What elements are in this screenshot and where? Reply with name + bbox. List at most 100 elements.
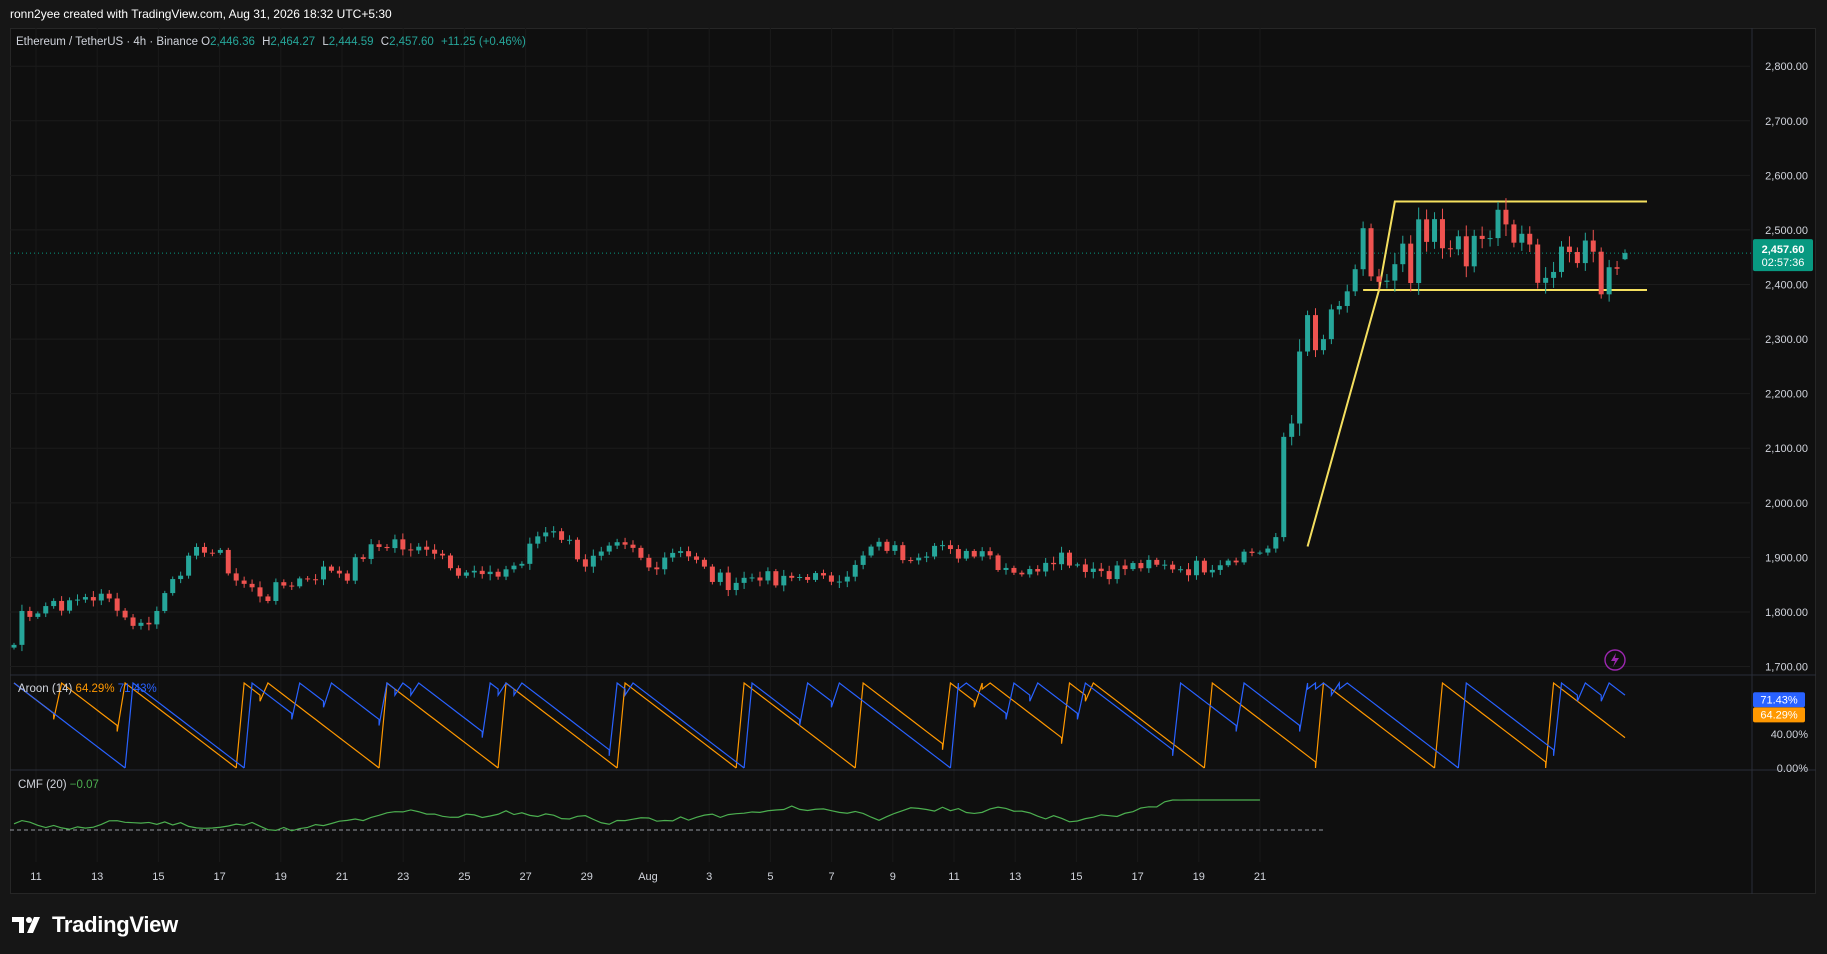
candle-body <box>1273 537 1279 549</box>
candle-body <box>693 556 699 560</box>
candle-body <box>106 593 112 599</box>
time-tick-label: 25 <box>458 871 470 883</box>
candle-body <box>638 547 644 558</box>
cmf-title[interactable]: CMF (20) <box>18 779 67 791</box>
candle-body <box>813 573 819 580</box>
candle-body <box>614 542 620 546</box>
close-value: 2,457.60 <box>389 36 434 48</box>
candle-body <box>281 582 287 586</box>
aroon-title[interactable]: Aroon (14) <box>18 683 72 695</box>
candle-body <box>947 545 953 550</box>
candle-body <box>368 544 374 559</box>
candle-body <box>1559 246 1565 272</box>
open-value: 2,446.36 <box>210 36 255 48</box>
candle-body <box>19 610 25 645</box>
candle-body <box>1241 551 1247 563</box>
time-tick-label: 29 <box>581 871 593 883</box>
candle-body <box>916 557 922 561</box>
candle-body <box>892 545 898 551</box>
candle-body <box>463 572 469 576</box>
candle-body <box>701 559 707 567</box>
candle-body <box>844 576 850 582</box>
aroon-down-badge-text: 71.43% <box>1760 694 1798 706</box>
candle-body <box>995 555 1001 570</box>
candle-body <box>392 539 398 549</box>
candle-body <box>360 557 366 559</box>
candle-body <box>1019 572 1025 575</box>
time-tick-label: 23 <box>397 871 409 883</box>
candle-body <box>249 583 255 588</box>
candle-body <box>924 556 930 558</box>
candle-body <box>1606 267 1612 295</box>
candle-body <box>1471 235 1477 267</box>
price-tick-label: 2,400.00 <box>1765 280 1808 292</box>
candle-body <box>820 573 826 576</box>
candle-body <box>27 610 33 617</box>
candle-body <box>424 546 430 550</box>
candle-body <box>1432 219 1438 242</box>
candle-body <box>257 587 263 597</box>
candle-body <box>265 596 271 601</box>
candle-body <box>328 566 334 571</box>
time-tick-label: 19 <box>1193 871 1205 883</box>
candle-body <box>749 577 755 579</box>
candle-body <box>1154 559 1160 565</box>
candle-body <box>574 539 580 560</box>
time-tick-label: 17 <box>1131 871 1143 883</box>
candle-body <box>1146 559 1152 569</box>
candle-body <box>440 553 446 556</box>
candle-body <box>1051 562 1057 565</box>
candle-body <box>98 593 104 601</box>
high-value: 2,464.27 <box>270 36 316 48</box>
chart-canvas[interactable]: 2,800.00 2,700.00 2,600.00 2,500.00 2,400.00… <box>0 0 1827 954</box>
cmf-line-path <box>13 799 1260 832</box>
candle-body <box>43 606 49 614</box>
candle-body <box>1352 269 1358 292</box>
candle-body <box>416 546 422 551</box>
candle-body <box>535 536 541 544</box>
candle-body <box>1416 219 1422 284</box>
candle-body <box>1098 568 1104 572</box>
candle-body <box>289 585 295 587</box>
candle-body <box>495 571 501 577</box>
candle-body <box>678 551 684 553</box>
low-label: L <box>322 36 329 48</box>
candle-body <box>670 552 676 558</box>
candle-body <box>130 617 136 626</box>
candle-body <box>757 577 763 581</box>
tradingview-branding[interactable]: TradingView <box>12 908 178 942</box>
candle-body <box>1590 240 1596 252</box>
cmf-value: −0.07 <box>69 779 99 791</box>
candle-body <box>1011 567 1017 573</box>
candle-body <box>122 610 128 618</box>
candle-body <box>376 544 382 547</box>
aroon-up-badge-text: 64.29% <box>1760 709 1798 721</box>
candle-body <box>1297 351 1303 424</box>
candle-body <box>567 539 573 541</box>
candle-body <box>186 555 192 576</box>
candle-body <box>1106 571 1112 580</box>
tradingview-wordmark: TradingView <box>52 912 178 937</box>
candle-body <box>194 546 200 556</box>
candle-body <box>1138 563 1144 569</box>
price-tick-label: 2,600.00 <box>1765 170 1808 182</box>
candle-body <box>400 539 406 550</box>
candle-body <box>630 544 636 548</box>
symbol-name[interactable]: Ethereum / TetherUS · 4h · Binance <box>16 36 198 48</box>
candle-body <box>1257 552 1263 554</box>
candle-body <box>654 567 660 570</box>
candle-body <box>1479 235 1485 239</box>
price-tick-label: 2,100.00 <box>1765 443 1808 455</box>
candle-body <box>162 593 168 611</box>
candle-body <box>1233 560 1239 563</box>
candle-body <box>1495 209 1501 239</box>
candle-body <box>622 542 628 545</box>
candle-body <box>1582 240 1588 264</box>
candle-body <box>146 622 152 625</box>
time-tick-label: 17 <box>213 871 225 883</box>
candle-body <box>1035 569 1041 572</box>
candle-body <box>955 549 961 559</box>
candle-body <box>1201 560 1207 573</box>
candle-body <box>408 549 414 551</box>
price-tick-label: 2,800.00 <box>1765 61 1808 73</box>
